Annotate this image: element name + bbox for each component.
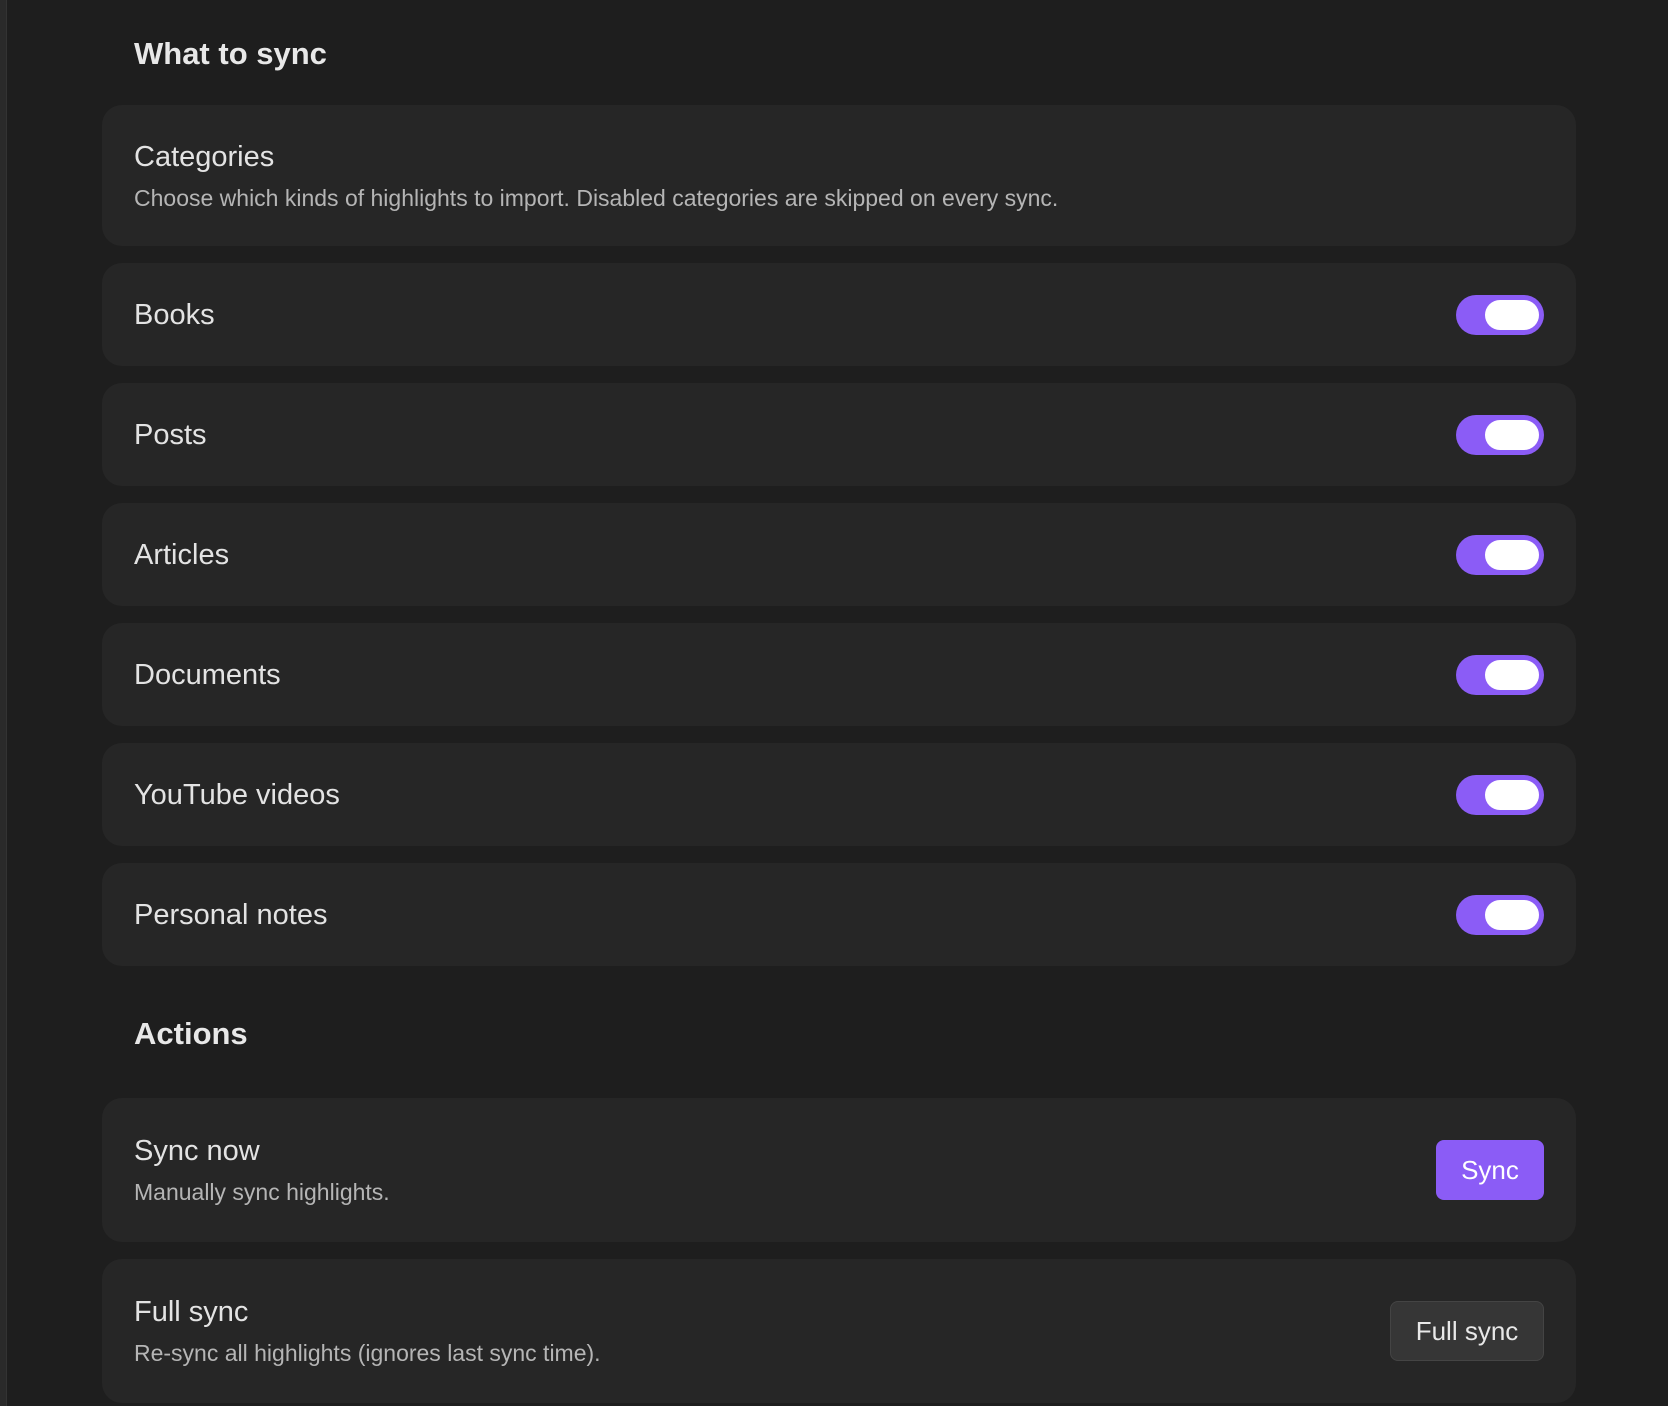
setting-label-youtube-videos: YouTube videos <box>134 778 340 811</box>
toggle-knob <box>1485 299 1539 330</box>
full-sync-button[interactable]: Full sync <box>1390 1301 1544 1361</box>
setting-label-articles: Articles <box>134 538 230 571</box>
setting-label-documents: Documents <box>134 658 281 691</box>
settings-content: What to sync Categories Choose which kin… <box>102 0 1576 1403</box>
sync-button[interactable]: Sync <box>1436 1140 1544 1200</box>
setting-row-personal-notes: Personal notes <box>102 863 1576 966</box>
toggle-books[interactable] <box>1456 294 1544 335</box>
toggle-articles[interactable] <box>1456 534 1544 575</box>
categories-info-card: Categories Choose which kinds of highlig… <box>102 105 1576 246</box>
toggle-knob <box>1485 539 1539 570</box>
full-sync-title: Full sync <box>134 1296 249 1328</box>
toggle-personal-notes[interactable] <box>1456 894 1544 935</box>
setting-label-posts: Posts <box>134 418 207 451</box>
toggle-knob <box>1485 419 1539 450</box>
setting-label-personal-notes: Personal notes <box>134 898 328 931</box>
sync-now-description: Manually sync highlights. <box>134 1179 390 1205</box>
full-sync-text: Full sync Re-sync all highlights (ignore… <box>134 1294 601 1368</box>
left-panel-edge <box>0 0 7 1406</box>
toggle-youtube-videos[interactable] <box>1456 774 1544 815</box>
toggle-knob <box>1485 659 1539 690</box>
categories-description: Choose which kinds of highlights to impo… <box>134 184 1059 211</box>
action-row-full-sync: Full sync Re-sync all highlights (ignore… <box>102 1259 1576 1403</box>
setting-row-articles: Articles <box>102 503 1576 606</box>
full-sync-description: Re-sync all highlights (ignores last syn… <box>134 1340 601 1366</box>
setting-row-books: Books <box>102 263 1576 366</box>
toggle-posts[interactable] <box>1456 414 1544 455</box>
setting-row-documents: Documents <box>102 623 1576 726</box>
sync-now-title: Sync now <box>134 1135 260 1167</box>
toggle-knob <box>1485 779 1539 810</box>
setting-label-books: Books <box>134 298 215 331</box>
section-heading-actions: Actions <box>134 1016 248 1051</box>
categories-title: Categories <box>134 140 275 173</box>
setting-row-posts: Posts <box>102 383 1576 486</box>
sync-now-text: Sync now Manually sync highlights. <box>134 1133 390 1207</box>
toggle-documents[interactable] <box>1456 654 1544 695</box>
setting-row-youtube-videos: YouTube videos <box>102 743 1576 846</box>
action-row-sync-now: Sync now Manually sync highlights. Sync <box>102 1098 1576 1242</box>
section-heading-what-to-sync: What to sync <box>134 36 327 71</box>
toggle-knob <box>1485 899 1539 930</box>
